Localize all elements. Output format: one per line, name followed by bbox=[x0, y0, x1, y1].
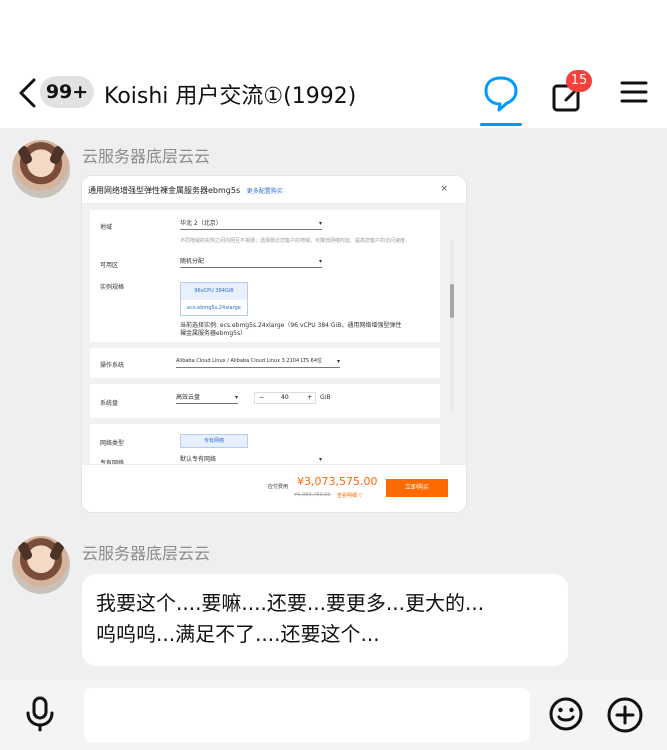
chat-title[interactable]: Koishi 用户交流①(1992) bbox=[104, 78, 356, 110]
region-hint: 不同地域的实例之间内网互不相通；选择靠近您客户的地域，可降低网络时延、提高您客户… bbox=[180, 238, 411, 244]
zone-label: 可用区 bbox=[100, 262, 119, 269]
price-detail-link: 查看明细 ▽ bbox=[337, 493, 363, 499]
image-message[interactable]: 通用网络增强型弹性裸金属服务器ebmg5s 更多配置购买 × 地域 华北 2（北… bbox=[82, 176, 466, 512]
network-card: 网络类型 专有网络 专有网络 默认专有网络 bbox=[90, 424, 440, 467]
region-select: 华北 2（北京） bbox=[180, 218, 322, 230]
screenshot-title-bar: 通用网络增强型弹性裸金属服务器ebmg5s 更多配置购买 × bbox=[82, 176, 466, 204]
pay-label: 应付费用 bbox=[268, 484, 289, 490]
sender-name[interactable]: 云服务器底层云云 bbox=[82, 143, 210, 167]
price-value: ¥3,073,575.00 bbox=[297, 475, 378, 488]
active-tab-indicator bbox=[480, 123, 522, 126]
message-input[interactable] bbox=[84, 688, 530, 742]
menu-icon[interactable] bbox=[620, 78, 648, 106]
os-card: 操作系统 Alibaba Cloud Linux / Alibaba Cloud… bbox=[90, 348, 440, 378]
chat-bubble-icon bbox=[484, 76, 518, 112]
region-card: 地域 华北 2（北京） 不同地域的实例之间内网互不相通；选择靠近您客户的地域，可… bbox=[90, 210, 440, 342]
notification-badge: 15 bbox=[566, 70, 592, 92]
avatar[interactable] bbox=[12, 140, 70, 198]
buy-now-button: 立即购买 bbox=[386, 479, 448, 497]
sender-name[interactable]: 云服务器底层云云 bbox=[82, 540, 210, 564]
screenshot-title: 通用网络增强型弹性裸金属服务器ebmg5s bbox=[88, 186, 241, 195]
smiley-icon[interactable] bbox=[548, 696, 584, 732]
plus-circle-icon[interactable] bbox=[606, 696, 644, 734]
disk-card: 系统盘 高效云盘 − 40 + GiB bbox=[90, 384, 440, 418]
avatar[interactable] bbox=[12, 536, 70, 594]
scrollbar bbox=[450, 240, 454, 410]
unread-count-badge[interactable]: 99+ bbox=[40, 76, 94, 108]
close-icon: × bbox=[440, 184, 448, 194]
more-config-link: 更多配置购买 bbox=[246, 188, 283, 195]
status-bar bbox=[0, 0, 667, 60]
back-arrow-icon[interactable] bbox=[16, 77, 40, 109]
disk-unit: GiB bbox=[320, 394, 331, 401]
disk-type-select: 高效云盘 bbox=[176, 392, 238, 404]
chat-header: 99+ Koishi 用户交流①(1992) 15 bbox=[0, 60, 667, 128]
net-type-label: 网络类型 bbox=[100, 440, 125, 447]
scrollbar-thumb bbox=[450, 284, 454, 318]
spec-description: 当前选择实例: ecs.ebmg5s.24xlarge（96 vCPU 384 … bbox=[180, 322, 402, 337]
chat-tab[interactable] bbox=[480, 74, 522, 126]
original-price: ¥6,983,780.00 bbox=[294, 492, 331, 498]
os-label: 操作系统 bbox=[100, 362, 125, 369]
text-message-bubble[interactable]: 我要这个....要嘛....还要...要更多...更大的... 呜呜呜...满足… bbox=[82, 574, 568, 666]
spec-label: 实例规格 bbox=[100, 284, 125, 291]
os-select: Alibaba Cloud Linux / Alibaba Cloud Linu… bbox=[176, 356, 340, 368]
disk-label: 系统盘 bbox=[100, 400, 119, 407]
spec-option: 96vCPU 384GiB ecs.ebmg5s.24xlarge bbox=[180, 282, 248, 316]
message-line-1: 我要这个....要嘛....还要...要更多...更大的... bbox=[96, 591, 485, 615]
net-type-option: 专有网络 bbox=[180, 434, 248, 448]
input-bar bbox=[0, 680, 667, 750]
price-footer: 应付费用 ¥3,073,575.00 ¥6,983,780.00 查看明细 ▽ … bbox=[82, 464, 466, 512]
region-label: 地域 bbox=[100, 224, 113, 231]
screenshot-form: 地域 华北 2（北京） 不同地域的实例之间内网互不相通；选择靠近您客户的地域，可… bbox=[82, 204, 466, 467]
message-line-2: 呜呜呜...满足不了....还要这个... bbox=[96, 622, 380, 646]
zone-select: 随机分配 bbox=[180, 256, 322, 268]
microphone-icon[interactable] bbox=[24, 696, 56, 732]
disk-size-stepper: − 40 + bbox=[254, 392, 316, 404]
